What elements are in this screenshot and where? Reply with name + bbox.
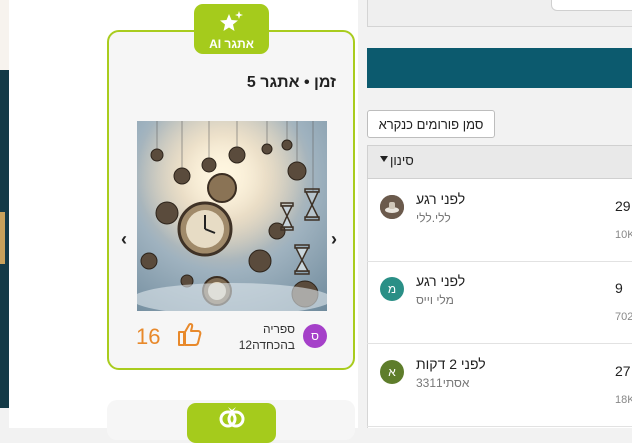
left-panel-accent bbox=[0, 212, 5, 264]
user-avatar[interactable]: א bbox=[380, 360, 404, 384]
topic-user[interactable]: מלי וייס bbox=[416, 293, 454, 307]
topic-reply-count: 27 bbox=[615, 363, 631, 379]
topic-reply-count: 9 bbox=[615, 280, 623, 296]
topic-view-count: 10K bbox=[615, 229, 632, 241]
filter-label[interactable]: סינון bbox=[390, 153, 414, 168]
user-avatar[interactable]: מ bbox=[380, 277, 404, 301]
creator-name-line2: בהכחדה12 bbox=[238, 338, 295, 352]
topic-view-count: 18K bbox=[615, 394, 632, 406]
clocks-artwork bbox=[137, 121, 327, 311]
topic-time[interactable]: לפני 2 דקות bbox=[416, 356, 486, 372]
topic-row[interactable]: מ לפני רגע מלי וייס 9 702 bbox=[367, 262, 632, 344]
thumbs-up-icon[interactable] bbox=[176, 321, 202, 352]
carousel-prev-arrow[interactable]: ‹ bbox=[121, 229, 127, 250]
rings-icon bbox=[218, 405, 246, 434]
carousel-next-arrow[interactable]: › bbox=[331, 229, 337, 250]
creator-name[interactable]: ספריה בהכחדה12 bbox=[215, 321, 295, 353]
topic-row[interactable]: א לפני 2 דקות אסתי3311 27 18K bbox=[367, 345, 632, 427]
topic-time[interactable]: לפני רגע bbox=[416, 273, 465, 289]
topic-view-count: 702 bbox=[615, 311, 632, 323]
forum-header-bar bbox=[367, 48, 632, 88]
ai-badge-label: אתגר AI bbox=[209, 37, 254, 51]
topic-row[interactable]: לפני רגע ללי.ללי 29 10K bbox=[367, 180, 632, 262]
topic-user[interactable]: ללי.ללי bbox=[416, 211, 451, 225]
avatar-photo-icon bbox=[380, 195, 404, 219]
creator-name-line1: ספריה bbox=[263, 322, 295, 336]
caret-down-icon[interactable] bbox=[380, 156, 388, 162]
topic-time[interactable]: לפני רגע bbox=[416, 191, 465, 207]
like-count: 16 bbox=[136, 324, 161, 349]
ai-challenge-badge: אתגר AI bbox=[194, 4, 269, 54]
challenge-image[interactable] bbox=[137, 121, 327, 311]
topic-reply-count: 29 bbox=[615, 198, 631, 214]
left-gutter bbox=[9, 0, 97, 428]
top-panel-button[interactable] bbox=[551, 0, 632, 11]
mark-forums-read-button[interactable]: סמן פורומים כנקרא bbox=[367, 110, 495, 138]
topic-user[interactable]: אסתי3311 bbox=[416, 376, 469, 390]
challenge-title: זמן • אתגר 5 bbox=[246, 74, 336, 91]
left-panel-top bbox=[0, 0, 9, 70]
user-avatar[interactable] bbox=[380, 195, 404, 219]
creator-avatar[interactable]: ס bbox=[303, 324, 327, 348]
